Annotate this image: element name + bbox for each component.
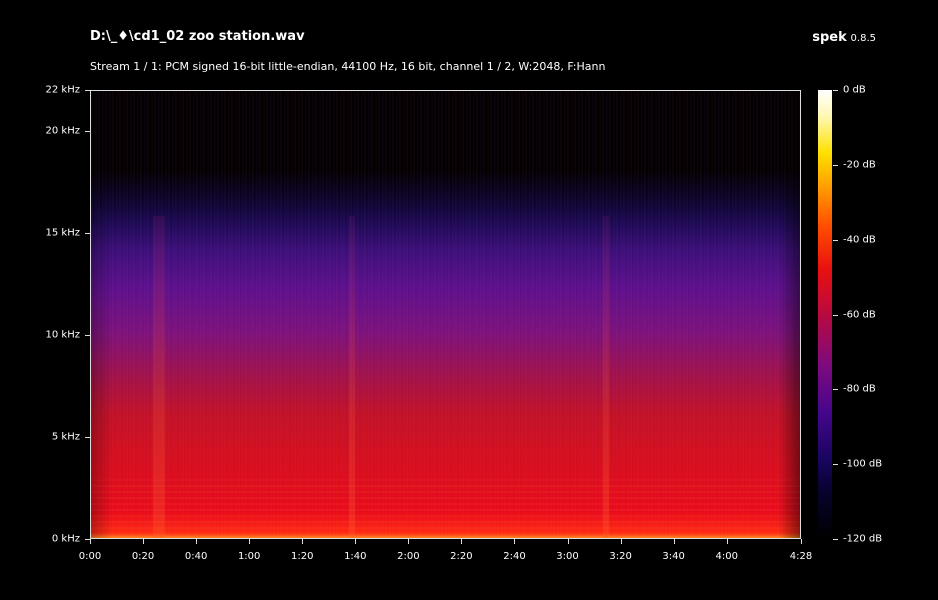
x-tick-mark bbox=[249, 539, 251, 544]
spectrogram-edges bbox=[91, 91, 800, 538]
db-tick-mark bbox=[833, 90, 838, 91]
x-tick-mark bbox=[801, 539, 802, 544]
x-tick-label: 2:00 bbox=[397, 551, 420, 562]
db-tick-mark bbox=[833, 164, 838, 166]
y-tick-mark bbox=[85, 436, 90, 438]
y-tick-mark bbox=[85, 232, 90, 234]
y-tick-mark bbox=[85, 334, 90, 336]
db-tick-mark bbox=[833, 239, 838, 241]
x-tick-mark bbox=[90, 539, 91, 544]
x-tick-label: 3:00 bbox=[556, 551, 579, 562]
app-name: spek bbox=[812, 30, 847, 45]
db-tick-label: -40 dB bbox=[843, 234, 876, 246]
x-tick-label: 1:20 bbox=[291, 551, 314, 562]
x-tick-mark bbox=[355, 539, 357, 544]
x-tick-mark bbox=[726, 539, 728, 544]
x-tick-label: 4:28 bbox=[789, 551, 813, 562]
db-tick-label: -120 dB bbox=[843, 533, 883, 545]
x-tick-mark bbox=[302, 539, 304, 544]
db-tick-label: -100 dB bbox=[843, 458, 883, 470]
y-tick-label: 10 kHz bbox=[45, 329, 80, 341]
app-version: 0.8.5 bbox=[850, 33, 876, 44]
x-tick-mark bbox=[567, 539, 569, 544]
spectrogram-highlight bbox=[349, 216, 355, 538]
x-tick-mark bbox=[408, 539, 410, 544]
x-tick-mark bbox=[673, 539, 675, 544]
app-brand: spek 0.8.5 bbox=[812, 30, 876, 45]
stream-info: Stream 1 / 1: PCM signed 16-bit little-e… bbox=[90, 60, 606, 73]
x-tick-label: 0:40 bbox=[184, 551, 208, 562]
y-tick-label: 15 kHz bbox=[45, 227, 80, 239]
y-tick-label: 0 kHz bbox=[51, 533, 80, 545]
x-tick-mark bbox=[143, 539, 145, 544]
y-tick-mark bbox=[85, 130, 90, 132]
spectrogram-plot bbox=[90, 90, 801, 539]
x-tick-mark bbox=[196, 539, 198, 544]
x-tick-label: 3:40 bbox=[662, 551, 685, 562]
spectrogram-highlight bbox=[603, 216, 609, 538]
file-title: D:\_♦\cd1_02 zoo station.wav bbox=[90, 29, 305, 44]
db-tick-mark bbox=[833, 314, 838, 316]
x-tick-label: 0:20 bbox=[131, 551, 155, 562]
x-tick-label: 2:20 bbox=[450, 551, 473, 562]
x-tick-mark bbox=[461, 539, 463, 544]
db-tick-mark bbox=[833, 389, 838, 391]
y-tick-label: 20 kHz bbox=[45, 125, 80, 137]
y-tick-label: 22 kHz bbox=[45, 84, 80, 96]
db-tick-label: -20 dB bbox=[843, 159, 876, 171]
db-tick-label: -60 dB bbox=[843, 309, 876, 320]
y-tick-label: 5 kHz bbox=[51, 431, 80, 443]
x-tick-mark bbox=[620, 539, 622, 544]
x-tick-label: 3:20 bbox=[609, 551, 632, 562]
x-tick-label: 4:00 bbox=[715, 551, 738, 562]
y-tick-mark bbox=[85, 90, 90, 91]
spectrogram-highlight bbox=[153, 216, 165, 538]
db-tick-mark bbox=[833, 464, 838, 466]
db-tick-label: 0 dB bbox=[843, 84, 866, 96]
db-tick-mark bbox=[833, 539, 838, 540]
x-tick-label: 1:00 bbox=[237, 551, 261, 562]
x-tick-label: 0:00 bbox=[78, 551, 102, 562]
x-tick-label: 2:40 bbox=[503, 551, 526, 562]
db-tick-label: -80 dB bbox=[843, 383, 876, 395]
x-tick-label: 1:40 bbox=[344, 551, 367, 562]
colorbar bbox=[818, 90, 832, 539]
x-tick-mark bbox=[514, 539, 516, 544]
